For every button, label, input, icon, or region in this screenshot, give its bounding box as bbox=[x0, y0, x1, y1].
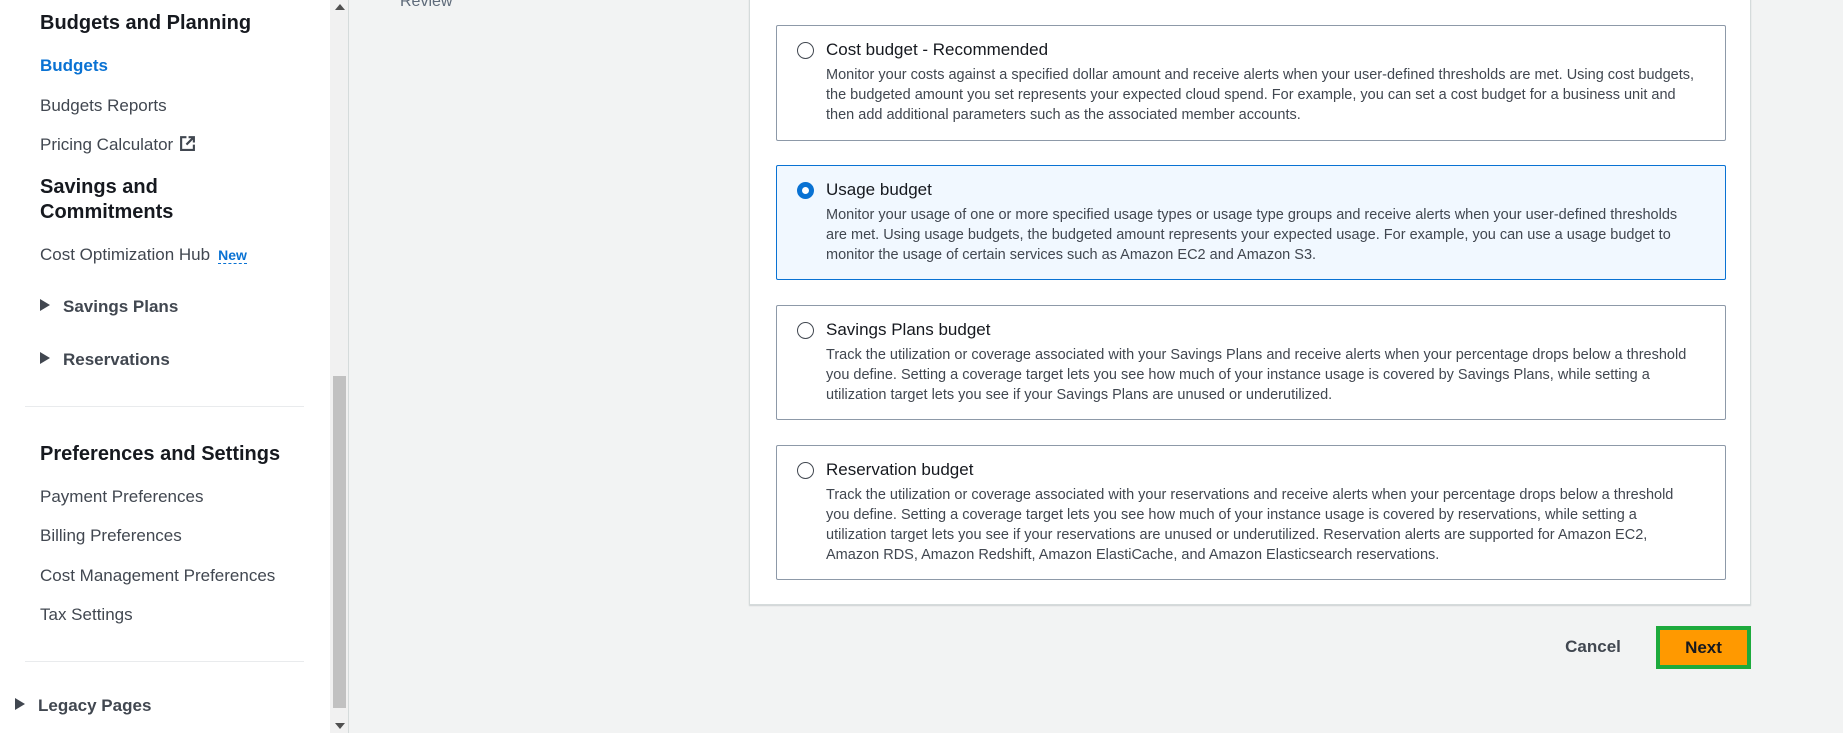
section-title-budgets-and-planning: Budgets and Planning bbox=[40, 12, 252, 34]
sidebar-item-budgets-reports[interactable]: Budgets Reports bbox=[40, 95, 167, 117]
sidebar-navigation: Budgets and Planning Budgets Budgets Rep… bbox=[0, 0, 330, 733]
savings-title-line-1: Savings and bbox=[40, 176, 158, 198]
sidebar-item-pricing-calculator[interactable]: Pricing Calculator bbox=[40, 134, 196, 158]
new-badge[interactable]: New bbox=[218, 247, 247, 264]
sidebar-item-payment-preferences[interactable]: Payment Preferences bbox=[40, 486, 203, 508]
option-title: Cost budget - Recommended bbox=[826, 40, 1049, 59]
cost-optimization-hub-label: Cost Optimization Hub bbox=[40, 245, 211, 264]
option-title: Reservation budget bbox=[826, 460, 974, 479]
caret-right-icon bbox=[40, 352, 50, 364]
sidebar-expander-legacy-pages[interactable]: Legacy Pages bbox=[15, 695, 151, 717]
option-title: Usage budget bbox=[826, 180, 932, 199]
savings-plans-label: Savings Plans bbox=[63, 297, 179, 316]
caret-right-icon bbox=[15, 698, 25, 710]
radio-button[interactable] bbox=[797, 322, 814, 339]
radio-button[interactable] bbox=[797, 42, 814, 59]
wizard-step-review[interactable]: Review bbox=[400, 0, 452, 11]
option-description: Track the utilization or coverage associ… bbox=[826, 487, 1674, 563]
scroll-up-arrow-icon[interactable] bbox=[335, 4, 345, 10]
external-link-icon bbox=[179, 135, 196, 158]
sidebar-item-billing-preferences[interactable]: Billing Preferences bbox=[40, 525, 182, 547]
budget-type-option-cost[interactable]: Cost budget - Recommended Monitor your c… bbox=[776, 25, 1726, 141]
sidebar-expander-reservations[interactable]: Reservations bbox=[40, 349, 170, 371]
sidebar-item-cost-optimization-hub[interactable]: Cost Optimization Hub New bbox=[40, 244, 247, 266]
cancel-button[interactable]: Cancel bbox=[1553, 634, 1633, 660]
sidebar-divider bbox=[25, 406, 304, 407]
sidebar-item-budgets[interactable]: Budgets bbox=[40, 55, 108, 77]
sidebar-divider bbox=[25, 661, 304, 662]
section-title-preferences-and-settings: Preferences and Settings bbox=[40, 443, 281, 465]
caret-right-icon bbox=[40, 299, 50, 311]
sidebar-item-tax-settings[interactable]: Tax Settings bbox=[40, 604, 133, 626]
option-description: Monitor your costs against a specified d… bbox=[826, 67, 1695, 123]
sidebar-expander-savings-plans[interactable]: Savings Plans bbox=[40, 296, 178, 318]
next-button[interactable]: Next bbox=[1656, 626, 1751, 669]
sidebar-scrollbar[interactable] bbox=[330, 0, 349, 733]
legacy-pages-label: Legacy Pages bbox=[38, 696, 152, 715]
option-title: Savings Plans budget bbox=[826, 320, 991, 339]
option-description: Monitor your usage of one or more specif… bbox=[826, 207, 1678, 263]
section-title-savings-and-commitments: Savings and Commitments bbox=[40, 175, 173, 225]
budget-type-panel: Cost budget - Recommended Monitor your c… bbox=[749, 0, 1751, 605]
sidebar-item-cost-management-preferences[interactable]: Cost Management Preferences bbox=[40, 565, 275, 587]
budget-type-option-usage[interactable]: Usage budget Monitor your usage of one o… bbox=[776, 165, 1726, 280]
pricing-calculator-label: Pricing Calculator bbox=[40, 135, 174, 154]
scroll-down-arrow-icon[interactable] bbox=[335, 723, 345, 729]
scrollbar-thumb[interactable] bbox=[333, 376, 346, 708]
option-description: Track the utilization or coverage associ… bbox=[826, 347, 1687, 403]
radio-button-selected[interactable] bbox=[797, 182, 814, 199]
budget-type-option-reservation[interactable]: Reservation budget Track the utilization… bbox=[776, 445, 1726, 580]
budget-type-option-savings-plans[interactable]: Savings Plans budget Track the utilizati… bbox=[776, 305, 1726, 420]
savings-title-line-2: Commitments bbox=[40, 201, 174, 223]
radio-button[interactable] bbox=[797, 462, 814, 479]
reservations-label: Reservations bbox=[63, 350, 170, 369]
